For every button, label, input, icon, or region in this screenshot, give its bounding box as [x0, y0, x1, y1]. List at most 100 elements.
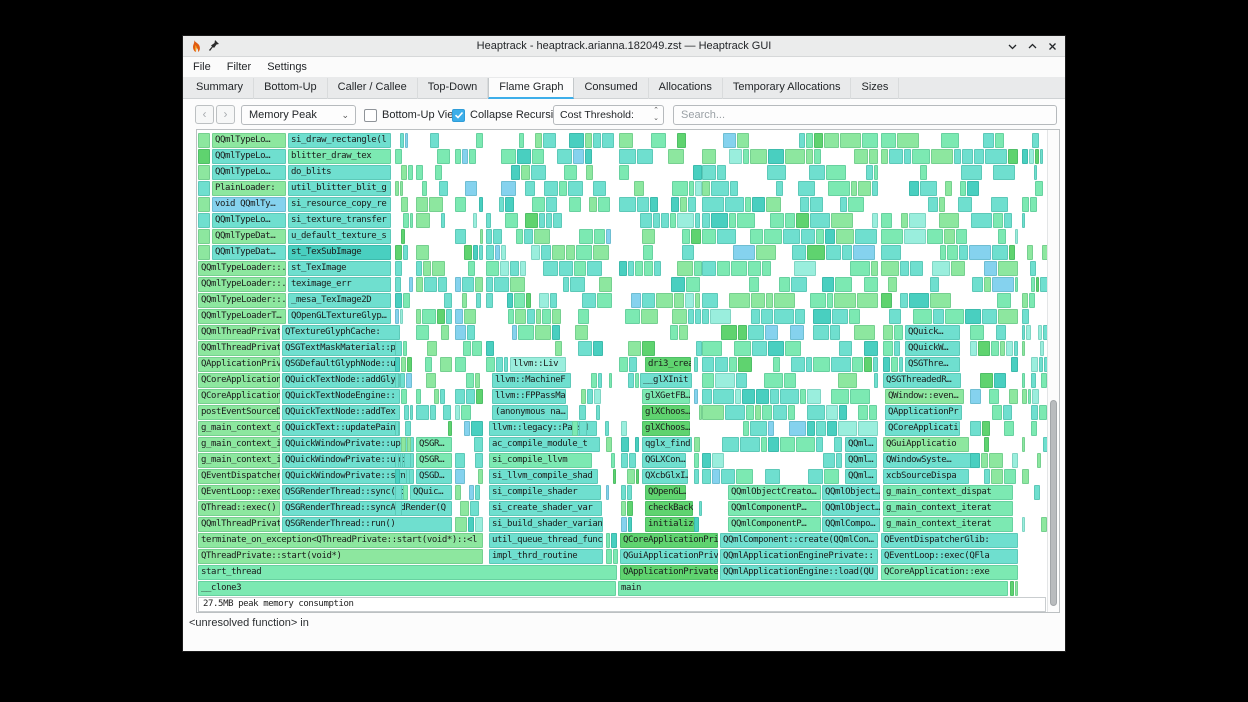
flame-cell[interactable] [462, 277, 474, 292]
flame-cell[interactable] [539, 213, 545, 228]
flame-cell[interactable]: QQmlTypeDat… [212, 229, 286, 244]
flame-cell[interactable] [619, 133, 633, 148]
flame-cell[interactable] [424, 277, 437, 292]
flame-cell[interactable]: QQuic… [410, 485, 452, 500]
flame-cell[interactable] [668, 149, 684, 164]
flame-cell[interactable] [858, 405, 868, 420]
flame-cell[interactable] [904, 149, 911, 164]
flame-cell[interactable] [869, 405, 877, 420]
flame-cell[interactable] [858, 181, 871, 196]
flame-cell[interactable]: si_build_shader_varian [489, 517, 603, 532]
flame-cell[interactable] [559, 261, 573, 276]
flame-cell[interactable] [816, 229, 824, 244]
flame-cell[interactable] [785, 149, 805, 164]
flame-cell[interactable] [871, 261, 878, 276]
flame-cell[interactable] [1015, 277, 1018, 292]
flame-cell[interactable] [768, 437, 779, 452]
flame-cell[interactable] [486, 213, 491, 228]
flame-cell[interactable]: g_main_context_dispat [883, 485, 1013, 500]
flame-cell[interactable] [998, 309, 1018, 324]
flame-cell[interactable] [585, 133, 592, 148]
flame-cell[interactable] [410, 213, 413, 228]
flame-cell[interactable]: QQmlTypeLoader::. [198, 261, 286, 276]
flame-cell[interactable] [702, 213, 710, 228]
flame-cell[interactable] [881, 133, 896, 148]
flame-cell[interactable] [702, 389, 712, 404]
flame-cell[interactable] [493, 229, 502, 244]
flame-cell[interactable] [939, 213, 959, 228]
flame-cell[interactable] [702, 357, 714, 372]
flame-cell[interactable] [695, 309, 701, 324]
flame-cell[interactable] [535, 325, 551, 340]
flame-cell[interactable] [593, 181, 606, 196]
flame-cell[interactable] [654, 261, 661, 276]
flame-cell[interactable] [579, 229, 593, 244]
menu-file[interactable]: File [185, 57, 219, 77]
flame-cell[interactable]: QQmlComponent::create(QQmlCon… [720, 533, 878, 548]
flame-cell[interactable] [594, 229, 605, 244]
flame-cell[interactable]: QQmlTypeLoader::. [198, 293, 286, 308]
flame-cell[interactable]: QCoreApplicationPriv [620, 533, 718, 548]
flame-cell[interactable] [486, 261, 499, 276]
flame-cell[interactable] [874, 373, 878, 388]
flame-cell[interactable] [464, 309, 476, 324]
tab-temporary-allocations[interactable]: Temporary Allocations [723, 78, 852, 99]
flame-cell[interactable] [403, 213, 409, 228]
flame-cell[interactable] [628, 261, 634, 276]
flame-cell[interactable] [423, 261, 431, 276]
flame-cell[interactable] [521, 165, 530, 180]
flame-cell[interactable] [597, 293, 612, 308]
flame-cell[interactable] [1031, 357, 1038, 372]
flame-cell[interactable] [970, 389, 981, 404]
flame-cell[interactable] [1032, 389, 1039, 404]
flame-cell[interactable] [198, 165, 210, 180]
flame-cell[interactable] [653, 213, 660, 228]
flame-cell[interactable]: QQuick… [905, 325, 960, 340]
flame-cell[interactable] [872, 181, 878, 196]
flame-cell[interactable] [619, 165, 629, 180]
flame-cell[interactable] [416, 325, 429, 340]
flame-cell[interactable]: qglx_find [642, 437, 692, 452]
flame-cell[interactable] [864, 341, 878, 356]
flame-cell[interactable] [854, 149, 868, 164]
flame-cell[interactable] [573, 149, 584, 164]
flame-cell[interactable] [930, 293, 951, 308]
flame-cell[interactable] [416, 261, 422, 276]
flame-cell[interactable]: QSGR… [416, 437, 452, 452]
flame-cell[interactable] [679, 325, 688, 340]
flame-cell[interactable] [1037, 453, 1041, 468]
flame-cell[interactable] [514, 293, 525, 308]
flame-cell[interactable] [531, 165, 546, 180]
flame-cell[interactable] [1022, 437, 1025, 452]
flame-cell[interactable] [464, 245, 472, 260]
flame-cell[interactable] [628, 373, 634, 388]
flame-cell[interactable] [400, 453, 403, 468]
flame-cell[interactable] [831, 357, 851, 372]
flame-cell[interactable]: QThreadPrivate::start(void*) [198, 549, 483, 564]
flame-cell[interactable]: terminate_on_exception<QThreadPrivate::s… [198, 533, 483, 548]
flame-cell[interactable] [642, 341, 655, 356]
flame-cell[interactable] [621, 501, 626, 516]
flame-cell[interactable] [441, 213, 445, 228]
flame-cell[interactable] [455, 197, 466, 212]
flame-cell[interactable] [695, 181, 702, 196]
flame-cell[interactable]: (anonymous na… [492, 405, 568, 420]
flame-cell[interactable] [400, 181, 403, 196]
flame-cell[interactable] [1040, 341, 1044, 356]
flame-cell[interactable] [695, 213, 700, 228]
flame-cell[interactable] [928, 197, 938, 212]
flame-cell[interactable] [455, 149, 461, 164]
flame-cell[interactable]: g_main_context_d: [198, 421, 280, 436]
flame-cell[interactable] [634, 181, 644, 196]
flame-cell[interactable] [395, 341, 402, 356]
flame-cell[interactable] [694, 453, 699, 468]
flame-cell[interactable] [864, 357, 872, 372]
flame-cell[interactable] [725, 405, 745, 420]
flame-cell[interactable] [198, 181, 210, 196]
flame-cell[interactable] [606, 549, 612, 564]
flame-cell[interactable]: PlainLoader: [212, 181, 286, 196]
flame-cell[interactable] [746, 405, 754, 420]
flame-cell[interactable] [702, 469, 711, 484]
flame-cell[interactable] [993, 165, 1015, 180]
flame-cell[interactable] [768, 149, 784, 164]
